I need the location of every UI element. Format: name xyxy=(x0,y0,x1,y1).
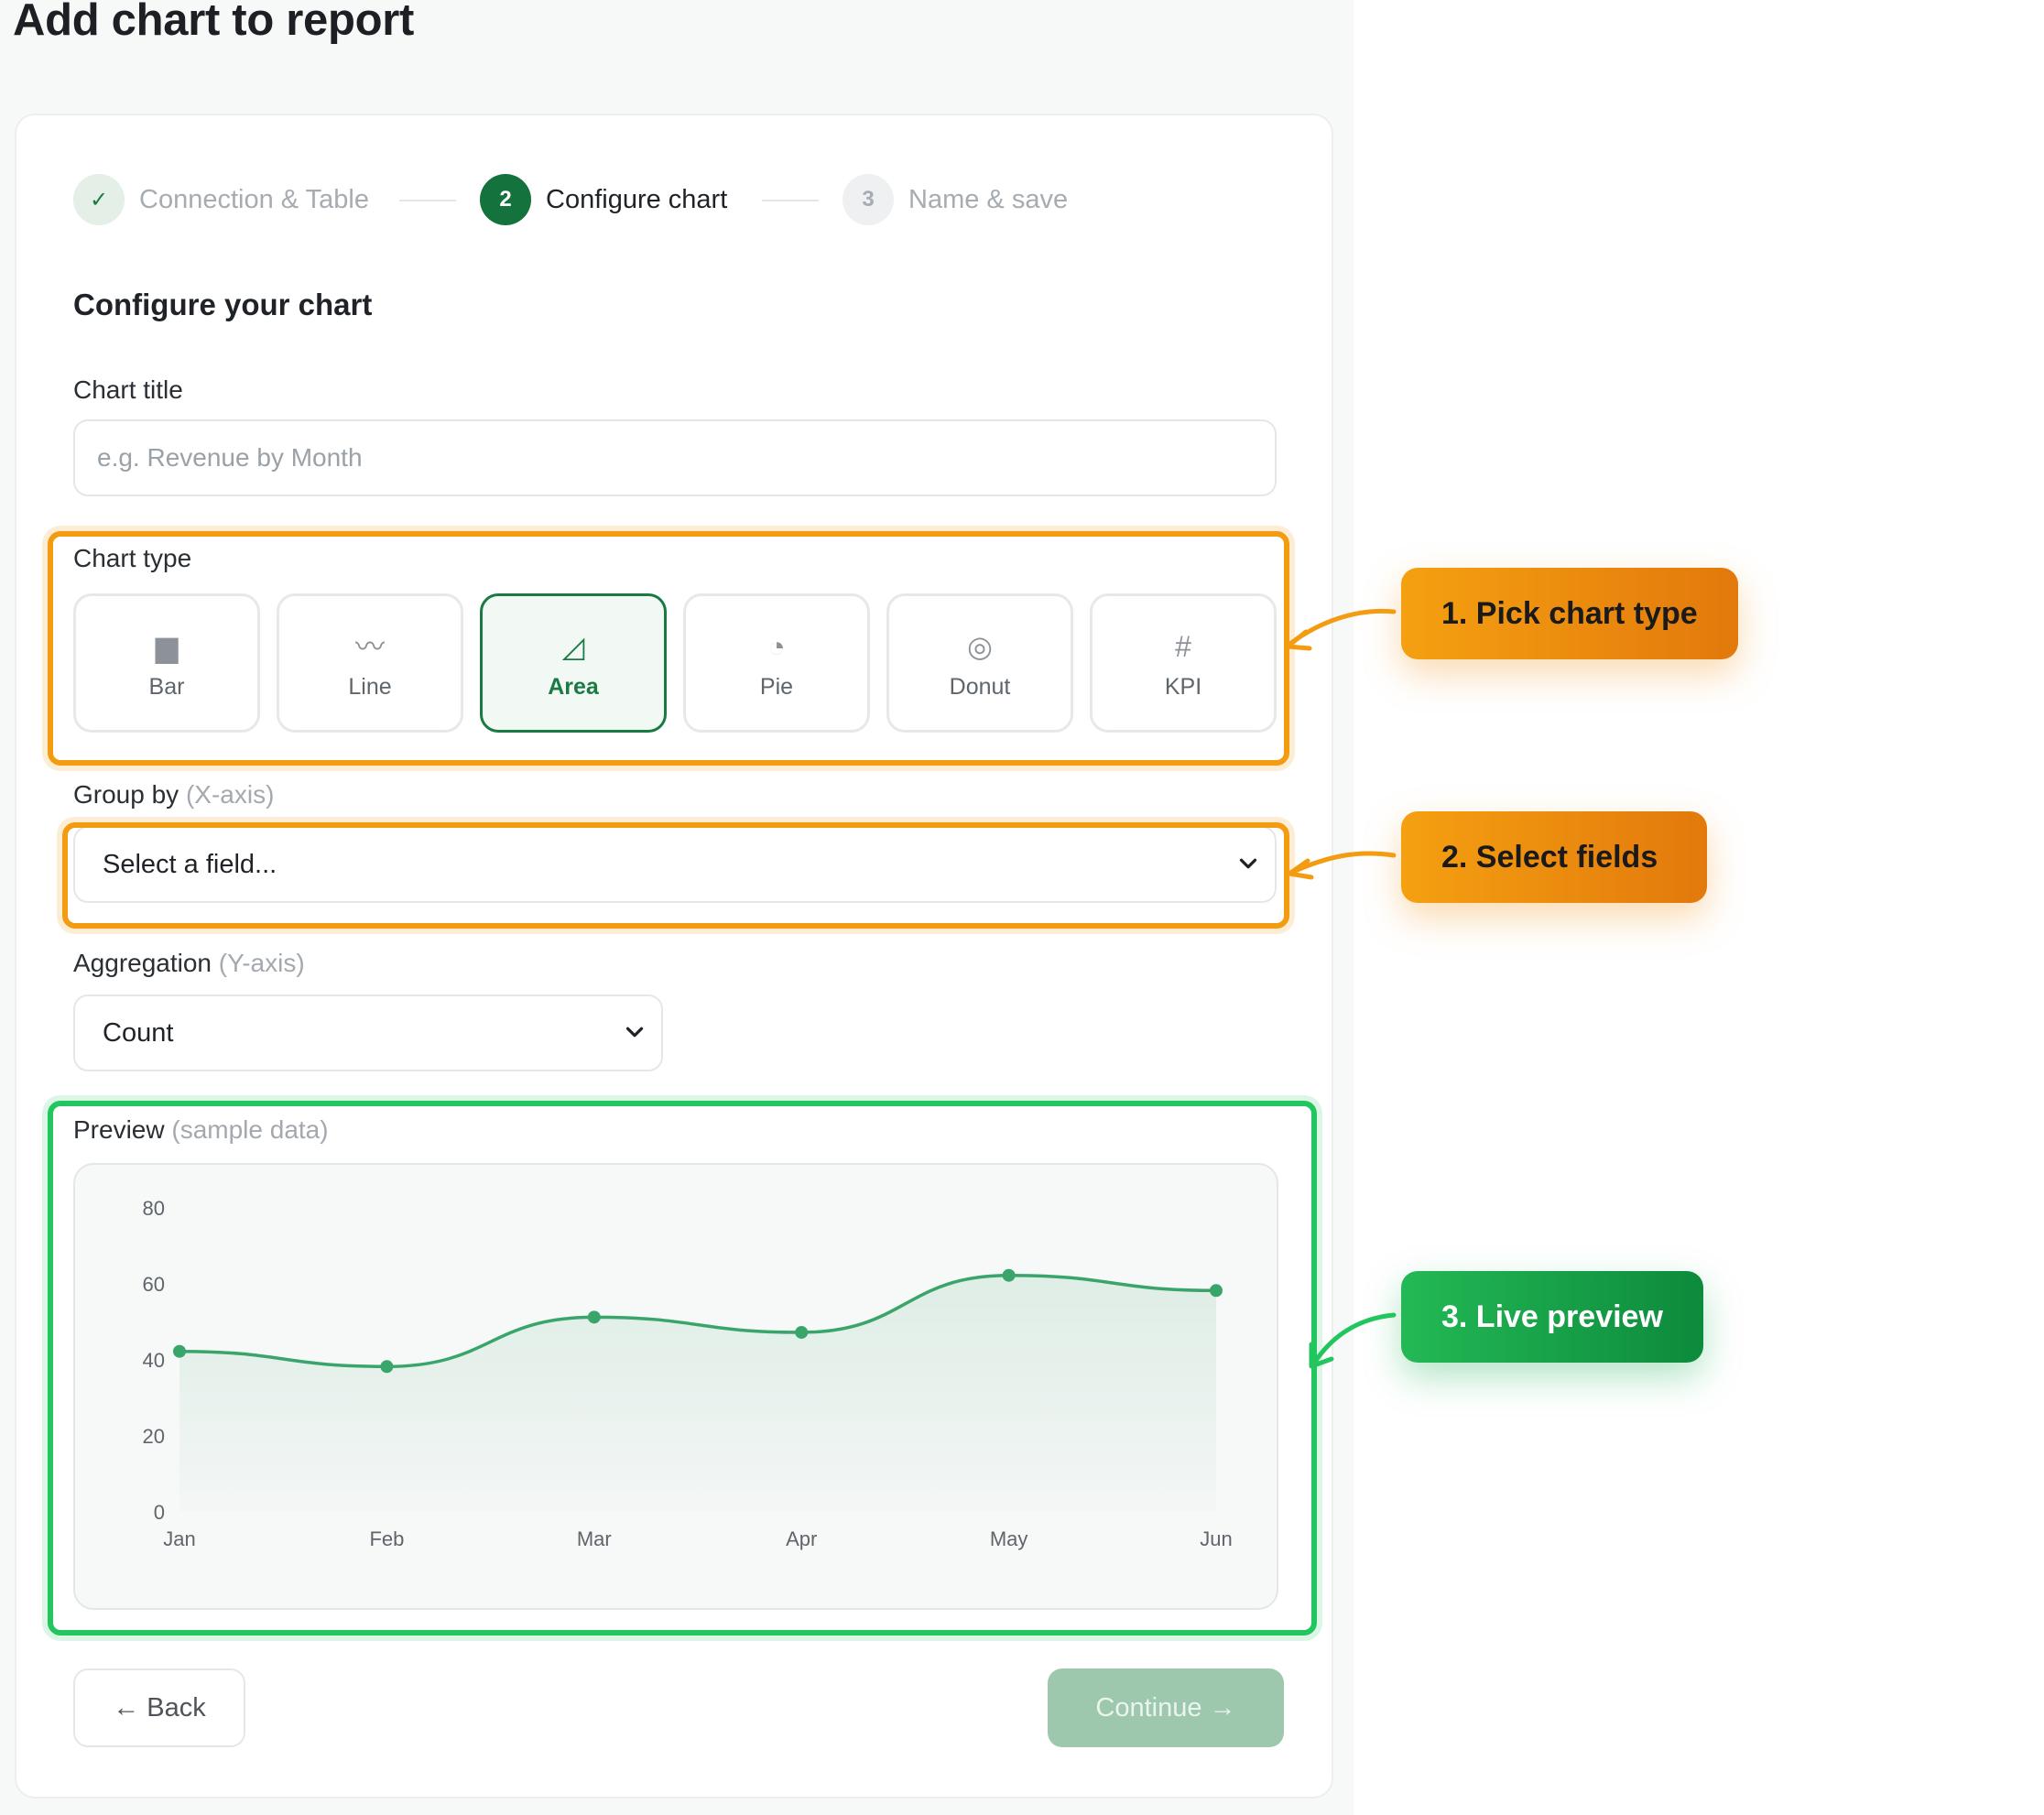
step-1-label: Connection & Table xyxy=(139,185,369,214)
chart-title-label: Chart title xyxy=(73,375,183,404)
aggregation-hint: (Y-axis) xyxy=(218,949,305,977)
callout-live-preview: 3. Live preview xyxy=(1401,1271,1703,1363)
callout-pick-chart-type: 1. Pick chart type xyxy=(1401,568,1738,659)
chevron-down-icon xyxy=(625,1027,644,1038)
step-3-label: Name & save xyxy=(908,185,1069,214)
group-by-label-text: Group by xyxy=(73,780,179,809)
page-title: Add chart to report xyxy=(13,0,415,45)
step-3-badge: 3 xyxy=(843,174,894,225)
group-by-hint: (X-axis) xyxy=(185,780,275,809)
step-connector xyxy=(399,200,456,201)
highlight-group-by xyxy=(62,822,1289,929)
highlight-chart-type xyxy=(48,531,1289,766)
aggregation-select[interactable]: Count xyxy=(73,994,663,1071)
aggregation-label-text: Aggregation xyxy=(73,949,212,977)
step-2-badge: 2 xyxy=(480,174,531,225)
step-1-check-icon: ✓ xyxy=(73,174,125,225)
callout-select-fields: 2. Select fields xyxy=(1401,811,1707,903)
highlight-preview xyxy=(48,1101,1317,1636)
group-by-label: Group by (X-axis) xyxy=(73,780,274,810)
aggregation-label: Aggregation (Y-axis) xyxy=(73,949,305,978)
aggregation-value: Count xyxy=(103,1017,174,1048)
step-connector xyxy=(762,200,819,201)
step-2-label: Configure chart xyxy=(546,185,728,214)
continue-button[interactable]: Continue → xyxy=(1048,1668,1284,1747)
section-heading: Configure your chart xyxy=(73,288,373,321)
chart-title-input[interactable] xyxy=(73,419,1277,496)
back-button[interactable]: ← Back xyxy=(73,1668,245,1747)
